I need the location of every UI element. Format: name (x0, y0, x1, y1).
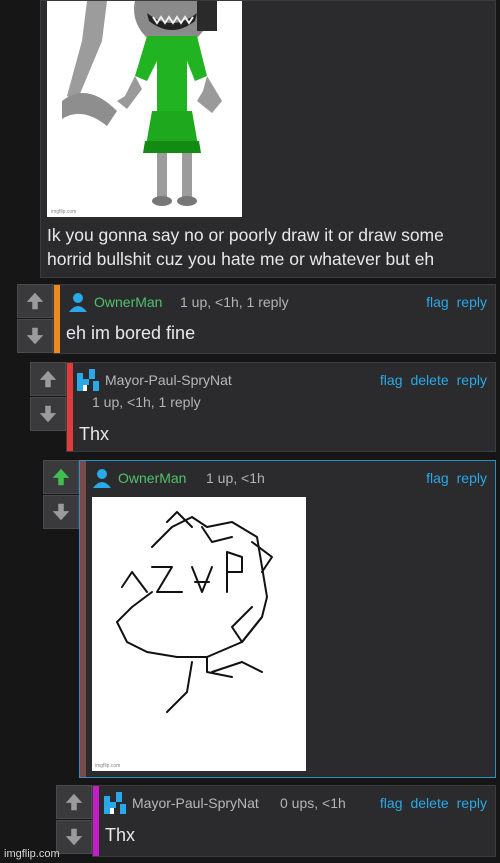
thread-bar (54, 285, 60, 353)
username-link[interactable]: Mayor-Paul-SpryNat (132, 795, 259, 811)
comment-meta: 1 up, <1h, 1 reply (180, 294, 289, 310)
reply-link[interactable]: reply (457, 470, 487, 486)
comment-card: Mayor-Paul-SpryNat 0 ups, <1h flag delet… (92, 785, 496, 857)
user-avatar-icon (69, 293, 87, 312)
pixel-avatar-icon (104, 792, 126, 814)
arrow-up-icon (65, 793, 83, 811)
thread-bar (67, 363, 73, 451)
downvote-button[interactable] (17, 319, 53, 353)
pixel-avatar-icon (77, 369, 99, 391)
image-watermark: imgflip.com (95, 763, 121, 769)
arrow-up-icon (52, 468, 70, 486)
arrow-up-icon (26, 292, 44, 310)
comment-actions: flag delete reply (380, 795, 487, 811)
comment-text: eh im bored fine (66, 323, 196, 343)
upvote-button[interactable] (56, 785, 92, 819)
thread-bar (93, 786, 99, 856)
upvote-button[interactable] (17, 284, 53, 318)
username-link[interactable]: OwnerMan (94, 294, 162, 310)
post-card: imgflip.com Ik you gonna say no or poorl… (40, 0, 496, 278)
comment-card: OwnerMan 1 up, <1h flag reply imgflip.co… (79, 460, 496, 778)
post-text-line-1: Ik you gonna say no or poorly draw it or… (47, 225, 444, 245)
arrow-up-icon (39, 370, 57, 388)
delete-link[interactable]: delete (410, 372, 448, 388)
comment-card: Mayor-Paul-SpryNat 1 up, <1h, 1 reply fl… (66, 362, 496, 452)
arrow-down-icon (65, 828, 83, 846)
username-link[interactable]: Mayor-Paul-SpryNat (105, 372, 232, 388)
downvote-button[interactable] (56, 820, 92, 854)
comment-author[interactable]: Mayor-Paul-SpryNat (104, 792, 259, 814)
arrow-down-icon (39, 405, 57, 423)
comment-meta: 1 up, <1h, 1 reply (92, 394, 201, 410)
comment-actions: flag reply (426, 294, 487, 310)
downvote-button[interactable] (30, 397, 66, 431)
downvote-button[interactable] (43, 495, 79, 529)
delete-link[interactable]: delete (410, 795, 448, 811)
upvote-button[interactable] (30, 362, 66, 396)
flag-link[interactable]: flag (426, 470, 449, 486)
comment-meta: 1 up, <1h (206, 470, 265, 486)
post-text-line-2: horrid bullshit cuz you hate me or whate… (47, 249, 435, 269)
comment-card: OwnerMan 1 up, <1h, 1 reply flag reply e… (53, 284, 496, 354)
arrow-down-icon (52, 503, 70, 521)
comment-author[interactable]: Mayor-Paul-SpryNat (77, 369, 232, 391)
comment-author[interactable]: OwnerMan (68, 292, 162, 312)
reply-link[interactable]: reply (457, 294, 487, 310)
comment-text: Thx (79, 424, 110, 444)
comment-actions: flag reply (426, 470, 487, 486)
reply-link[interactable]: reply (457, 795, 487, 811)
arrow-down-icon (26, 327, 44, 345)
comment-meta: 0 ups, <1h (280, 795, 346, 811)
comment-author[interactable]: OwnerMan (92, 468, 186, 488)
comment-image[interactable]: imgflip.com (92, 497, 306, 771)
image-watermark: imgflip.com (51, 209, 77, 215)
comment-text: Thx (105, 825, 136, 845)
flag-link[interactable]: flag (380, 372, 403, 388)
flag-link[interactable]: flag (380, 795, 403, 811)
user-avatar-icon (93, 469, 111, 488)
upvote-button[interactable] (43, 460, 79, 494)
post-image[interactable]: imgflip.com (47, 1, 242, 217)
comment-actions: flag delete reply (380, 372, 487, 388)
sketch-drawing (92, 497, 306, 771)
character-figure-illustration (47, 1, 242, 217)
username-link[interactable]: OwnerMan (118, 470, 186, 486)
reply-link[interactable]: reply (457, 372, 487, 388)
thread-bar (80, 461, 86, 777)
flag-link[interactable]: flag (426, 294, 449, 310)
site-watermark: imgflip.com (4, 848, 60, 860)
